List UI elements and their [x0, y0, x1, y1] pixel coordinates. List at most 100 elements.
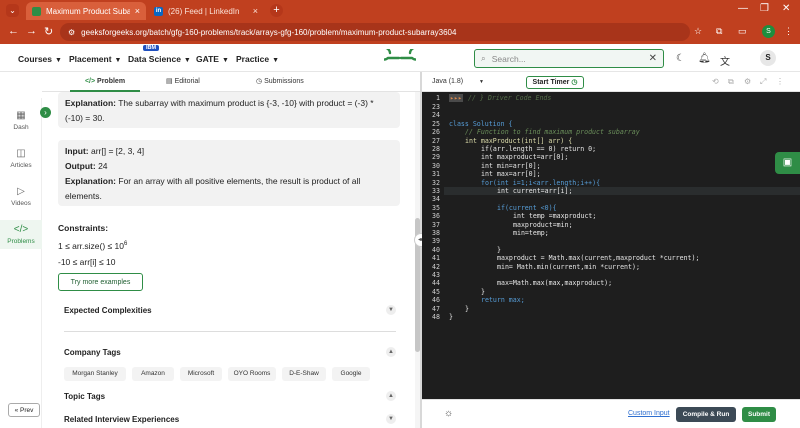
line-number: 26	[432, 128, 440, 137]
timer-clock-icon: ◷	[571, 79, 578, 86]
collapse-rail-chevron-icon[interactable]: ›	[40, 107, 51, 118]
rail-item-videos[interactable]: ▷ Videos	[0, 186, 42, 207]
company-tag[interactable]: D-E-Shaw	[282, 367, 326, 381]
code-line-36: int temp =maxproduct;	[513, 212, 597, 221]
interview-experiences-accordion[interactable]: Related Interview Experiences ▼	[64, 414, 396, 424]
output-label: Output:	[65, 161, 96, 171]
gfg-logo[interactable]	[384, 49, 416, 67]
browser-tab-active[interactable]: Maximum Product Subarray | ×	[26, 2, 146, 20]
tab-problem[interactable]: </> Problem	[70, 72, 140, 92]
dashboard-icon: ▦	[16, 110, 26, 121]
tab-editorial[interactable]: ▤ Editorial	[166, 72, 200, 92]
feedback-chat-icon[interactable]: ▣	[775, 152, 800, 174]
site-info-icon[interactable]: ⚙	[68, 28, 75, 37]
browser-tab-title: Maximum Product Subarray |	[46, 6, 130, 16]
line-number: 1	[436, 94, 440, 102]
line-number: 35	[432, 203, 440, 212]
topic-tags-accordion[interactable]: Topic Tags ▲	[64, 391, 396, 401]
lightbulb-icon[interactable]: ☼	[444, 408, 453, 419]
fold-marker[interactable]: ▸▸▸	[449, 94, 463, 102]
custom-input-link[interactable]: Custom Input	[628, 410, 670, 417]
submit-button[interactable]: Submit	[742, 407, 776, 422]
extensions-icon[interactable]: ⧉	[716, 26, 722, 37]
address-bar-row: ← → ↻ ⚙ geeksforgeeks.org/batch/gfg-160-…	[0, 20, 800, 44]
settings-icon[interactable]: ⚙	[744, 77, 751, 86]
code-line-29: int maxproduct=arr[0];	[481, 153, 569, 162]
line-number: 37	[432, 220, 440, 229]
bookmark-star-icon[interactable]: ☆	[694, 26, 702, 37]
code-line-47: }	[465, 304, 469, 313]
minimize-icon[interactable]: —	[738, 3, 748, 14]
line-number: 46	[432, 296, 440, 305]
company-tag[interactable]: Google	[332, 367, 370, 381]
nav-practice-label: Practice	[236, 54, 270, 64]
url-input[interactable]: ⚙ geeksforgeeks.org/batch/gfg-160-proble…	[60, 23, 690, 41]
chevron-up-icon: ▲	[386, 347, 396, 357]
company-tag[interactable]: Morgan Stanley	[64, 367, 126, 381]
code-line-27: int maxProduct(int[] arr) {	[465, 136, 573, 145]
code-line-38: min=temp;	[513, 229, 549, 237]
url-text: geeksforgeeks.org/batch/gfg-160-problems…	[81, 27, 457, 37]
compile-run-button[interactable]: Compile & Run	[676, 407, 736, 422]
code-editor[interactable]: 1 23 24 25 26 27 28 29 30 31 32 33 34 35…	[422, 92, 800, 399]
reload-icon[interactable]: ↻	[44, 25, 53, 38]
example-2-box: Explanation: The subarray with maximum p…	[58, 92, 400, 128]
nav-practice[interactable]: Practice ▼	[236, 54, 279, 64]
line-number: 31	[432, 170, 440, 179]
clear-search-icon[interactable]: ✕	[649, 53, 657, 64]
reset-code-icon[interactable]: ⟲	[712, 77, 719, 86]
back-arrow-icon[interactable]: ←	[8, 25, 19, 37]
nav-gate[interactable]: GATE ▼	[196, 54, 229, 64]
search-icon: ⌕	[481, 53, 486, 63]
expected-complexities-accordion[interactable]: Expected Complexities ▼	[64, 305, 396, 315]
rail-item-articles[interactable]: ◫ Articles	[0, 148, 42, 169]
code-line-46: return max;	[481, 296, 525, 305]
tab-search-icon[interactable]: ⌄	[6, 4, 19, 17]
code-line-30: int min=arr[0];	[481, 161, 541, 170]
browser-tab-linkedin[interactable]: in (26) Feed | LinkedIn ×	[148, 2, 264, 20]
start-timer-button[interactable]: Start Timer ◷	[526, 76, 584, 89]
search-input[interactable]: Search...	[492, 54, 526, 64]
chevron-down-icon: ▼	[183, 57, 191, 64]
copy-code-icon[interactable]: ⧉	[728, 77, 734, 87]
user-avatar[interactable]: S	[760, 50, 776, 66]
nav-courses[interactable]: Courses ▼	[18, 54, 62, 64]
fullscreen-icon[interactable]: ⤢	[760, 77, 766, 87]
close-tab-icon[interactable]: ×	[135, 6, 140, 16]
translate-icon[interactable]: 文	[720, 53, 730, 68]
start-timer-label: Start Timer	[532, 79, 570, 86]
site-header: Courses ▼ Placement ▼ IBM Data Science ▼ GA…	[0, 44, 800, 72]
company-tag[interactable]: OYO Rooms	[228, 367, 276, 381]
nav-placement[interactable]: Placement ▼	[69, 54, 121, 64]
browser-menu-icon[interactable]: ⋮	[784, 26, 793, 37]
search-box[interactable]: ⌕ Search... ✕	[474, 49, 664, 68]
new-tab-button[interactable]: +	[270, 4, 283, 17]
tab-submissions[interactable]: ◷ Submissions	[256, 72, 304, 92]
company-tag[interactable]: Amazon	[132, 367, 174, 381]
constraint-size-exponent: 6	[124, 241, 128, 247]
notification-bell-icon[interactable]: 🔔︎	[698, 53, 711, 64]
close-window-icon[interactable]: ✕	[782, 3, 790, 14]
code-icon: </>	[13, 224, 29, 235]
code-line-35: if(current <0){	[497, 203, 557, 212]
dark-mode-moon-icon[interactable]: ☾	[676, 53, 685, 64]
line-number: 27	[432, 136, 440, 145]
rail-item-problems[interactable]: </> Problems	[0, 220, 42, 249]
line-number: 41	[432, 254, 440, 263]
nav-placement-label: Placement	[69, 54, 112, 64]
browser-profile-avatar[interactable]: S	[762, 25, 775, 38]
forward-arrow-icon[interactable]: →	[26, 25, 37, 37]
close-tab-icon[interactable]: ×	[253, 6, 258, 16]
language-select[interactable]: Java (1.8) ▼	[432, 76, 486, 88]
rail-item-label: Problems	[7, 238, 35, 245]
sidebar-icon[interactable]: ▭	[738, 26, 747, 37]
restore-icon[interactable]: ❐	[760, 3, 769, 14]
nav-data-science[interactable]: Data Science ▼	[128, 54, 191, 64]
company-tag[interactable]: Microsoft	[180, 367, 222, 381]
try-more-examples-button[interactable]: Try more examples	[58, 273, 143, 291]
gfg-favicon-icon	[32, 6, 41, 16]
company-tags-accordion[interactable]: Company Tags ▲	[64, 347, 396, 357]
rail-item-dash[interactable]: ▦ Dash	[0, 110, 42, 131]
prev-button[interactable]: « Prev	[8, 403, 40, 417]
more-options-icon[interactable]: ⋮	[776, 77, 784, 86]
